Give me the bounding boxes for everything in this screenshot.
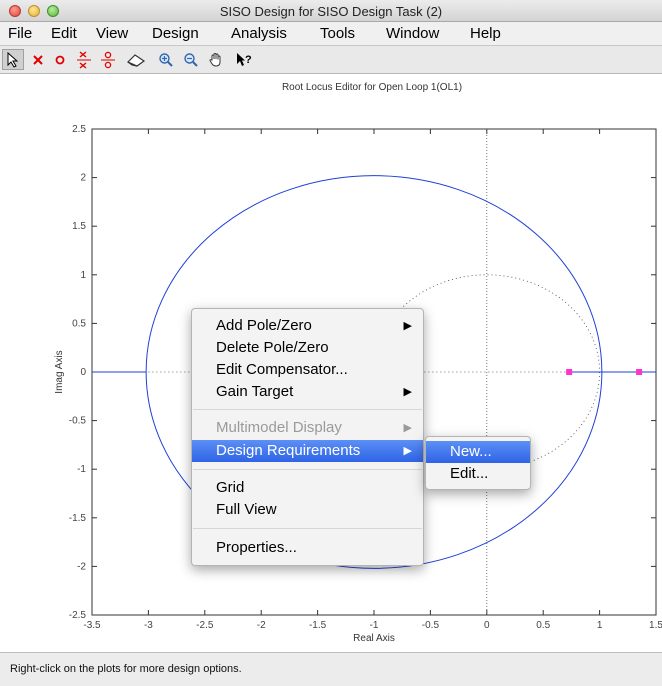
menu-item-label: Grid — [216, 479, 245, 496]
menu-separator — [193, 409, 422, 410]
menu-item-label: Design Requirements — [216, 442, 361, 459]
x-tick-label: -3.5 — [83, 620, 101, 631]
menu-item-design-requirements[interactable]: Design Requirements ▶ — [192, 440, 423, 462]
add-pole-icon — [33, 54, 43, 65]
menu-item-gain-target[interactable]: Gain Target ▶ — [192, 381, 423, 403]
menu-item-label: Full View — [216, 501, 277, 518]
menu-item-label: Edit Compensator... — [216, 361, 348, 378]
x-tick-label: 1 — [597, 620, 603, 631]
menu-item-multimodel-display: Multimodel Display ▶ — [192, 417, 423, 439]
y-tick-label: 0.5 — [72, 318, 86, 329]
whats-this-icon: ? — [237, 52, 252, 66]
menu-item-edit-compensator[interactable]: Edit Compensator... — [192, 359, 423, 381]
menu-window[interactable]: Window — [386, 25, 439, 42]
y-tick-label: -2.5 — [69, 610, 87, 621]
y-tick-label: 1.5 — [72, 221, 86, 232]
menu-item-label: Properties... — [216, 539, 297, 556]
zoom-in-button[interactable] — [155, 49, 177, 70]
status-bar: Right-click on the plots for more design… — [0, 652, 662, 686]
submenu-item-new[interactable]: New... — [426, 441, 530, 463]
design-requirements-submenu: New... Edit... — [425, 436, 531, 490]
zoom-out-button[interactable] — [180, 49, 202, 70]
closed-loop-pole-marker[interactable] — [636, 369, 643, 375]
menu-file[interactable]: File — [8, 25, 32, 42]
menu-analysis[interactable]: Analysis — [231, 25, 287, 42]
whats-this-button[interactable]: ? — [233, 49, 255, 70]
x-tick-label: 0.5 — [536, 620, 550, 631]
add-real-pole-button[interactable] — [27, 49, 49, 70]
select-tool-button[interactable] — [2, 49, 24, 70]
menu-item-full-view[interactable]: Full View — [192, 499, 423, 521]
plot-title: Root Locus Editor for Open Loop 1(OL1) — [282, 82, 462, 93]
y-tick-label: -2 — [77, 561, 86, 572]
erase-button[interactable] — [125, 49, 147, 70]
add-complex-pole-icon — [77, 50, 91, 69]
y-tick-label: -1 — [77, 464, 86, 475]
add-complex-zero-button[interactable] — [97, 49, 119, 70]
add-real-zero-button[interactable] — [49, 49, 71, 70]
submenu-arrow-icon: ▶ — [403, 320, 412, 332]
eraser-icon — [126, 53, 146, 67]
x-tick-label: -1.5 — [309, 620, 327, 631]
menu-tools[interactable]: Tools — [320, 25, 355, 42]
submenu-item-label: Edit... — [450, 465, 489, 482]
menu-item-label: Gain Target — [216, 383, 294, 400]
menu-view[interactable]: View — [96, 25, 128, 42]
window-titlebar: SISO Design for SISO Design Task (2) — [0, 0, 662, 22]
window-title: SISO Design for SISO Design Task (2) — [219, 4, 443, 19]
menu-item-grid[interactable]: Grid — [192, 477, 423, 499]
submenu-arrow-icon: ▶ — [403, 386, 412, 398]
x-tick-label: -2.5 — [196, 620, 214, 631]
menu-item-label: Multimodel Display — [216, 419, 342, 436]
menu-item-label: Add Pole/Zero — [216, 317, 312, 334]
y-tick-label: 2.5 — [72, 124, 86, 135]
x-axis-label: Real Axis — [353, 633, 395, 644]
y-tick-label: 0 — [80, 367, 86, 378]
add-zero-icon — [55, 55, 65, 64]
menu-design[interactable]: Design — [152, 25, 199, 42]
svg-text:?: ? — [245, 54, 252, 66]
toolbar: ? — [0, 46, 662, 74]
menu-separator — [193, 528, 422, 529]
x-tick-label: -1 — [370, 620, 379, 631]
context-menu: Add Pole/Zero ▶ Delete Pole/Zero Edit Co… — [191, 308, 424, 566]
menubar: File Edit View Design Analysis Tools Win… — [0, 22, 662, 46]
submenu-arrow-icon: ▶ — [403, 445, 412, 457]
menu-item-add-pole-zero[interactable]: Add Pole/Zero ▶ — [192, 315, 423, 337]
menu-item-delete-pole-zero[interactable]: Delete Pole/Zero — [192, 337, 423, 359]
y-tick-label: -1.5 — [69, 513, 87, 524]
x-tick-label: 0 — [484, 620, 490, 631]
pan-hand-icon — [209, 52, 221, 67]
menu-edit[interactable]: Edit — [51, 25, 77, 42]
menu-item-properties[interactable]: Properties... — [192, 537, 423, 559]
x-tick-label: -3 — [144, 620, 153, 631]
status-text: Right-click on the plots for more design… — [10, 663, 242, 675]
menu-separator — [193, 469, 422, 470]
pan-button[interactable] — [205, 49, 227, 70]
closed-loop-pole-marker[interactable] — [566, 369, 573, 375]
y-tick-label: 2 — [80, 173, 86, 184]
menu-item-label: Delete Pole/Zero — [216, 339, 329, 356]
y-tick-label: -0.5 — [69, 416, 87, 427]
submenu-arrow-icon: ▶ — [403, 422, 412, 434]
x-tick-label: 1.5 — [649, 620, 662, 631]
zoom-in-icon — [159, 52, 173, 67]
add-complex-zero-icon — [101, 51, 115, 68]
zoom-out-icon — [184, 52, 198, 67]
y-axis-label: Imag Axis — [54, 350, 65, 393]
menu-help[interactable]: Help — [470, 25, 501, 42]
submenu-item-edit[interactable]: Edit... — [426, 463, 530, 485]
x-tick-label: -0.5 — [422, 620, 440, 631]
y-tick-label: 1 — [80, 270, 86, 281]
select-arrow-icon — [7, 51, 19, 68]
submenu-item-label: New... — [450, 443, 492, 460]
add-complex-pole-button[interactable] — [73, 49, 95, 70]
x-tick-label: -2 — [257, 620, 266, 631]
